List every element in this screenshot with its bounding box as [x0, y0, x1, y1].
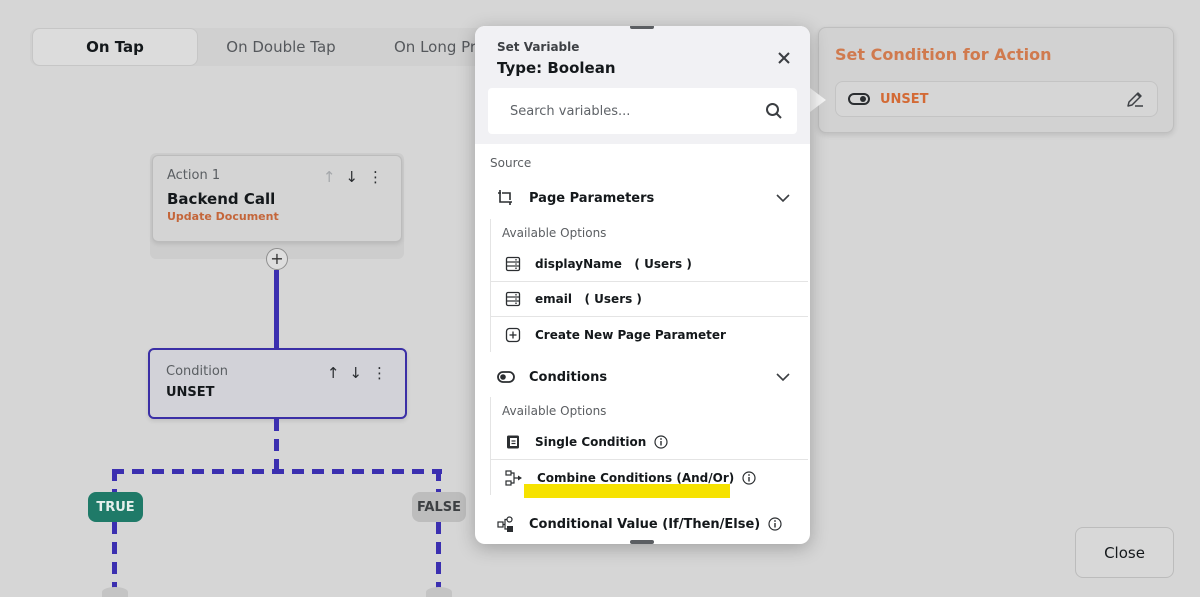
section-conditions[interactable]: Conditions — [475, 359, 810, 395]
option-label: displayName ( Users ) — [535, 257, 692, 271]
option-label: Combine Conditions (And/Or) — [537, 470, 735, 485]
add-action-plus-icon[interactable]: + — [266, 248, 288, 270]
section-title: Page Parameters — [529, 190, 655, 206]
option-create-page-parameter[interactable]: Create New Page Parameter — [491, 317, 808, 352]
condition-value-field[interactable]: UNSET — [835, 81, 1158, 117]
branch-connector — [436, 522, 441, 588]
condition-card[interactable]: Condition UNSET ↑ ↓ ⋮ — [148, 348, 407, 419]
document-fields-icon — [505, 291, 521, 307]
option-email[interactable]: email ( Users ) — [491, 282, 808, 317]
move-up-icon[interactable]: ↑ — [323, 168, 336, 186]
action-title: Backend Call — [167, 190, 276, 208]
popup-label: Set Variable — [497, 40, 580, 54]
more-options-icon[interactable]: ⋮ — [368, 168, 383, 186]
drag-handle[interactable] — [630, 26, 654, 29]
action-card[interactable]: Action 1 Backend Call Update Document ↑ … — [152, 155, 402, 242]
condition-value-label: UNSET — [880, 91, 929, 107]
available-options-label: Available Options — [502, 226, 607, 240]
set-variable-popup: Set Variable Type: Boolean Source Page P… — [475, 26, 810, 544]
chevron-down-icon[interactable] — [776, 372, 790, 382]
option-conditional-value[interactable]: Conditional Value (If/Then/Else) — [475, 506, 810, 542]
section-title: Conditions — [529, 369, 608, 385]
branch-connector — [436, 469, 441, 493]
add-branch-node[interactable] — [426, 587, 452, 597]
branch-connector — [274, 419, 279, 471]
move-down-icon[interactable]: ↓ — [349, 364, 362, 382]
tab-on-tap[interactable]: On Tap — [32, 28, 198, 66]
combine-conditions-icon — [505, 469, 522, 486]
search-variables-box — [488, 88, 797, 134]
popup-header: Set Variable Type: Boolean — [475, 26, 810, 144]
popup-type-label: Type: Boolean — [497, 59, 616, 77]
single-condition-icon — [507, 435, 519, 449]
connector-line — [274, 270, 279, 349]
toggle-icon — [497, 371, 515, 383]
source-label: Source — [490, 156, 532, 170]
branch-connector — [112, 469, 117, 493]
false-branch-badge[interactable]: FALSE — [412, 492, 466, 522]
info-icon[interactable] — [768, 517, 782, 531]
more-options-icon[interactable]: ⋮ — [372, 364, 387, 382]
info-icon[interactable] — [654, 435, 668, 449]
move-up-icon[interactable]: ↑ — [327, 364, 340, 382]
drag-handle[interactable] — [630, 540, 654, 544]
option-label: Single Condition — [535, 435, 647, 449]
page-parameters-options: Available Options displayName ( Users ) — [490, 219, 808, 352]
search-icon[interactable] — [765, 102, 783, 120]
tab-on-long-press[interactable]: On Long Press — [364, 28, 488, 66]
info-icon[interactable] — [742, 470, 756, 485]
conditions-options: Available Options Single Condition Combi… — [490, 397, 808, 495]
page-parameters-icon — [498, 190, 512, 205]
option-label: email ( Users ) — [535, 292, 642, 306]
option-label: Conditional Value (If/Then/Else) — [529, 516, 761, 532]
highlight-marker — [524, 484, 730, 498]
set-condition-panel: Set Condition for Action UNSET — [818, 27, 1174, 133]
edit-pencil-icon[interactable] — [1125, 89, 1145, 109]
section-page-parameters[interactable]: Page Parameters — [475, 180, 810, 216]
conditional-value-icon — [497, 516, 513, 532]
true-branch-badge[interactable]: TRUE — [88, 492, 143, 522]
option-label: Create New Page Parameter — [535, 327, 726, 342]
panel-pointer — [810, 88, 826, 112]
trigger-tab-bar: On Tap On Double Tap On Long Press — [30, 28, 490, 66]
tab-on-double-tap[interactable]: On Double Tap — [198, 28, 364, 66]
chevron-down-icon[interactable] — [776, 193, 790, 203]
condition-value: UNSET — [166, 385, 215, 400]
option-single-condition[interactable]: Single Condition — [491, 425, 808, 460]
option-display-name[interactable]: displayName ( Users ) — [491, 247, 808, 282]
close-button[interactable]: Close — [1075, 527, 1174, 578]
toggle-icon — [848, 93, 870, 105]
search-input[interactable] — [510, 103, 765, 119]
document-fields-icon — [505, 256, 521, 272]
add-square-icon — [505, 327, 521, 342]
close-icon[interactable] — [776, 50, 792, 66]
branch-connector — [112, 469, 442, 474]
move-down-icon[interactable]: ↓ — [345, 168, 358, 186]
action-subtitle: Update Document — [167, 210, 279, 223]
available-options-label: Available Options — [502, 404, 607, 418]
set-condition-title: Set Condition for Action — [835, 45, 1052, 64]
add-branch-node[interactable] — [102, 587, 128, 597]
branch-connector — [112, 522, 117, 588]
